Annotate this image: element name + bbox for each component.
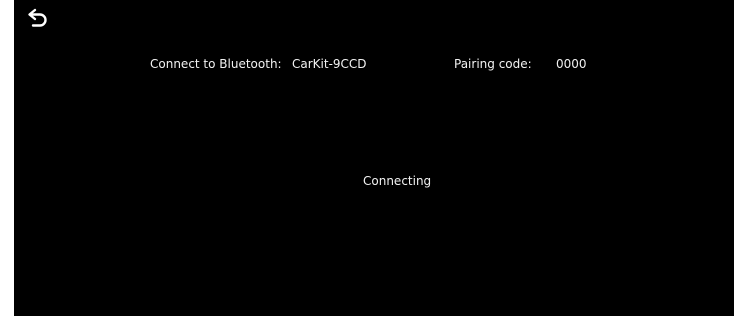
back-button[interactable]: [26, 6, 52, 28]
back-arrow-icon: [26, 6, 52, 28]
bluetooth-connect-screen: Connect to Bluetooth: CarKit-9CCD Pairin…: [14, 0, 734, 316]
pairing-code-value: 0000: [556, 57, 587, 71]
connect-bluetooth-label: Connect to Bluetooth:: [150, 57, 282, 71]
connection-status: Connecting: [363, 174, 432, 188]
bluetooth-device-name: CarKit-9CCD: [292, 57, 367, 71]
pairing-code-label: Pairing code:: [454, 57, 532, 71]
